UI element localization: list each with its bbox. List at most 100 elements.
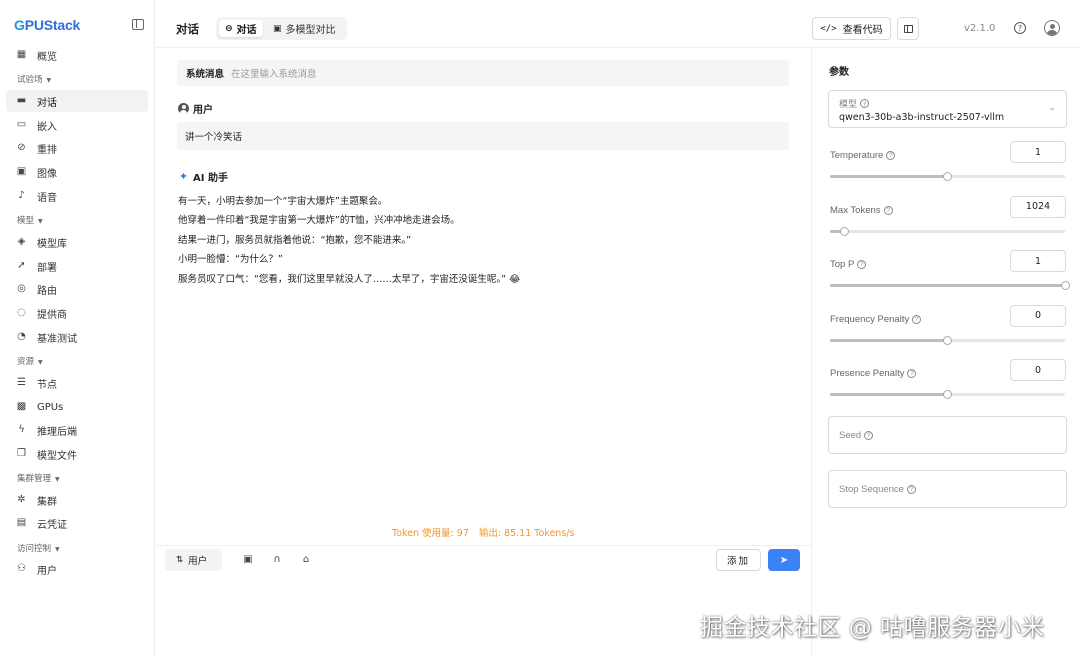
model-select-value: qwen3-30b-a3b-instruct-2507-vllm: [839, 112, 1005, 123]
sidebar-item-label: 图像: [37, 168, 57, 180]
code-icon: </>: [820, 23, 837, 34]
sidebar-item-image[interactable]: ▣ 图像: [6, 161, 148, 183]
sidebar-group-resources[interactable]: 资源 ▼: [17, 355, 43, 367]
slider-fill: [830, 284, 1065, 287]
version-label: v2.1.0: [964, 23, 996, 34]
assistant-message-line: 他穿着一件印着“我是宇宙第一大爆炸”的T恤，兴冲冲地走进会场。: [178, 215, 460, 226]
chat-panel: 系统消息 在这里输入系统消息 用户 讲一个冷笑话 ✦ AI 助手 有一天，小明去…: [156, 49, 812, 656]
rocket-icon: ➚: [17, 260, 26, 271]
frequency-penalty-label: Frequency Penalty?: [830, 314, 922, 325]
sidebar-item-label: 对话: [37, 97, 57, 109]
slider-fill: [830, 338, 948, 342]
sidebar-item-chat[interactable]: ▬ 对话: [6, 90, 148, 112]
panel-toggle-button[interactable]: [897, 17, 919, 40]
presence-penalty-slider[interactable]: [830, 390, 1065, 399]
help-icon[interactable]: ?: [864, 430, 874, 440]
top-p-input[interactable]: 1: [1010, 250, 1066, 272]
sidebar-item-routes[interactable]: ◎ 路由: [6, 278, 148, 300]
image-upload-icon[interactable]: ▣: [242, 553, 254, 565]
assistant-message-line: 小明一脸懵：“为什么？”: [178, 254, 283, 265]
help-icon[interactable]: ?: [886, 151, 896, 160]
server-icon: ☰: [17, 377, 26, 388]
parameters-panel: 参数 模型? qwen3-30b-a3b-instruct-2507-vllm …: [813, 49, 1080, 656]
slider-thumb[interactable]: [943, 172, 952, 181]
system-message-input[interactable]: 系统消息 在这里输入系统消息: [177, 60, 789, 86]
add-message-button[interactable]: 添加: [716, 549, 761, 571]
temperature-input[interactable]: 1: [1010, 141, 1066, 163]
embedding-icon: ▭: [16, 119, 27, 130]
seed-input[interactable]: Seed?: [828, 416, 1067, 454]
help-icon[interactable]: ?: [906, 484, 916, 494]
sidebar-item-label: 集群: [37, 496, 57, 508]
app-logo[interactable]: GPUStack: [14, 17, 80, 33]
chat-bubble-icon: ⊖: [225, 23, 233, 34]
sidebar-group-access[interactable]: 访问控制 ▼: [17, 542, 60, 554]
frequency-penalty-input[interactable]: 0: [1010, 304, 1066, 327]
sidebar-item-clusters[interactable]: ✲ 集群: [6, 489, 148, 511]
sidebar-item-users[interactable]: ⚇ 用户: [6, 558, 148, 580]
max-tokens-input[interactable]: 1024: [1010, 195, 1066, 218]
sidebar-item-embedding[interactable]: ▭ 嵌入: [6, 114, 148, 136]
help-icon[interactable]: ?: [883, 205, 893, 215]
help-icon[interactable]: ?: [860, 99, 870, 108]
tab-chat[interactable]: ⊖ 对话: [219, 20, 263, 37]
assistant-message-line: 服务员叹了口气：“您看，我们这里早就没人了……太早了，宇宙还没诞生呢。” 😂: [178, 274, 521, 285]
slider-thumb[interactable]: [839, 226, 849, 236]
system-message-placeholder: 在这里输入系统消息: [231, 69, 317, 80]
presence-penalty-input[interactable]: 0: [1010, 359, 1066, 381]
temperature-slider[interactable]: [830, 172, 1065, 181]
top-p-slider[interactable]: [830, 281, 1070, 290]
gauge-icon: ◔: [17, 331, 26, 342]
cluster-icon: ✲: [17, 494, 26, 505]
view-code-button[interactable]: </> 查看代码: [812, 17, 891, 40]
rerank-icon: ⊘: [17, 142, 26, 153]
top-p-label: Top P?: [830, 259, 867, 270]
sidebar-item-deployments[interactable]: ➚ 部署: [6, 255, 148, 277]
sidebar-group-cluster[interactable]: 集群管理 ▼: [17, 472, 60, 484]
help-icon[interactable]: ?: [1014, 22, 1026, 34]
tab-multi-model-compare[interactable]: ▣ 多模型对比: [267, 20, 342, 37]
audio-icon: ♪: [18, 190, 25, 201]
sidebar-item-credentials[interactable]: ▤ 云凭证: [6, 512, 148, 534]
user-avatar[interactable]: [1044, 20, 1060, 36]
sidebar-item-label: 推理后端: [37, 426, 77, 438]
slider-thumb[interactable]: [1060, 281, 1070, 290]
max-tokens-label: Max Tokens?: [830, 205, 893, 216]
sidebar-item-nodes[interactable]: ☰ 节点: [6, 372, 148, 394]
sidebar-item-benchmark[interactable]: ◔ 基准测试: [6, 326, 148, 348]
help-icon[interactable]: ?: [907, 369, 917, 378]
sidebar-item-overview[interactable]: ▦ 概览: [6, 44, 148, 66]
sidebar-group-models[interactable]: 模型 ▼: [17, 214, 43, 226]
assistant-role-label: ✦ AI 助手: [178, 170, 228, 184]
files-icon: ❐: [17, 448, 26, 459]
sidebar-item-backends[interactable]: ϟ 推理后端: [6, 419, 148, 441]
sidebar-item-label: 基准测试: [37, 333, 77, 345]
sidebar-item-model-files[interactable]: ❐ 模型文件: [6, 443, 148, 465]
sidebar-group-playground[interactable]: 试验场 ▼: [17, 73, 51, 85]
sidebar-item-providers[interactable]: ◌ 提供商: [6, 302, 148, 324]
max-tokens-slider[interactable]: [830, 226, 1065, 236]
watermark: 掘金技术社区 @ 咕噜服务器小米: [700, 615, 1045, 641]
caret-down-icon: ▼: [38, 359, 43, 366]
model-select[interactable]: 模型? qwen3-30b-a3b-instruct-2507-vllm ⌄: [828, 90, 1067, 128]
sidebar-item-rerank[interactable]: ⊘ 重排: [6, 137, 148, 159]
role-switch-button[interactable]: ⇅ 用户: [165, 549, 222, 571]
help-icon[interactable]: ?: [857, 260, 867, 269]
help-icon[interactable]: ?: [912, 314, 922, 324]
sidebar-item-audio[interactable]: ♪ 语音: [6, 185, 148, 207]
users-icon: ⚇: [17, 563, 26, 574]
sparkle-icon: ✦: [178, 170, 189, 183]
sidebar-item-label: 提供商: [37, 309, 67, 321]
user-message[interactable]: 讲一个冷笑话: [177, 122, 789, 150]
stop-sequence-input[interactable]: Stop Sequence?: [828, 470, 1067, 508]
slider-thumb[interactable]: [943, 390, 952, 399]
sidebar-item-catalog[interactable]: ◈ 模型库: [6, 231, 148, 253]
send-button[interactable]: ➤: [768, 549, 800, 571]
swap-icon: ⇅: [176, 555, 184, 565]
frequency-penalty-slider[interactable]: [830, 335, 1065, 345]
sidebar-item-gpus[interactable]: ▩ GPUs: [6, 396, 148, 418]
clear-icon[interactable]: ⌂: [300, 553, 312, 565]
slider-thumb[interactable]: [943, 335, 952, 345]
headphones-icon[interactable]: ∩: [271, 553, 283, 565]
sidebar-collapse-icon[interactable]: [132, 19, 144, 30]
